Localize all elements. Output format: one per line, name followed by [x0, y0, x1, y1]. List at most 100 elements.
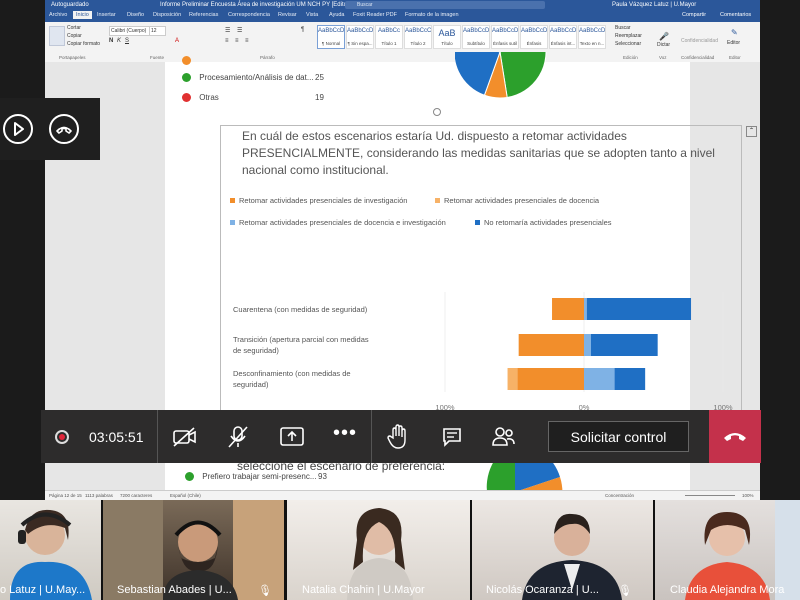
char-count[interactable]: 7200 caracteres	[120, 491, 152, 500]
participant-name: Claudia Alejandra Mora	[670, 584, 785, 596]
italic-icon[interactable]: K	[117, 38, 121, 44]
top-pie-chart	[455, 52, 547, 99]
legend-label: Procesamiento/Análisis de dat...	[199, 73, 314, 82]
style-normal[interactable]: AaBbCcD ¶ Normal	[317, 25, 345, 49]
more-options-icon[interactable]: •••	[333, 422, 357, 445]
pilcrow-icon[interactable]: ¶	[301, 27, 304, 33]
sensitivity-button[interactable]: Confidencialidad	[681, 38, 718, 44]
style-name: Título 1	[381, 41, 397, 46]
tab-disposicion[interactable]: Disposición	[153, 12, 181, 18]
numbering-icon[interactable]: ☰	[237, 27, 242, 34]
tab-archivo[interactable]: Archivo	[49, 12, 67, 18]
bar-chart[interactable]: Retomar actividades presenciales de inve…	[220, 192, 740, 417]
ribbon: Cortar Copiar Copiar formato Portapapele…	[45, 22, 760, 63]
tab-correspondencia[interactable]: Correspondencia	[228, 12, 270, 18]
language[interactable]: Español (Chile)	[170, 491, 201, 500]
category-label: seguridad)	[233, 380, 269, 389]
find-button[interactable]: Buscar	[615, 25, 631, 31]
legend-swatch	[230, 220, 235, 225]
microphone-off-icon[interactable]	[226, 424, 250, 450]
tab-foxit[interactable]: Foxit Reader PDF	[353, 12, 397, 18]
underline-icon[interactable]: S	[125, 38, 129, 44]
hangup-button[interactable]	[709, 410, 761, 463]
chat-icon[interactable]	[441, 426, 463, 448]
camera-off-icon[interactable]	[171, 425, 199, 449]
group-font: Fuente	[150, 55, 165, 60]
page-count[interactable]: Página 12 de 15	[49, 491, 82, 500]
format-painter-button[interactable]: Copiar formato	[67, 41, 100, 47]
style-name: Énfasis int...	[550, 41, 576, 46]
participant-tile[interactable]: Nicolás Ocaranza | U... 🎙	[472, 500, 653, 600]
tab-referencias[interactable]: Referencias	[189, 12, 218, 18]
request-control-button[interactable]: Solicitar control	[548, 421, 689, 452]
rotate-handle[interactable]	[433, 108, 441, 116]
dictate-button[interactable]: Dictar	[657, 42, 670, 48]
search-box[interactable]: Buscar	[345, 1, 545, 9]
mini-hangup-button[interactable]	[49, 114, 79, 144]
style-subtitulo[interactable]: AaBbCcD Subtítulo	[462, 25, 490, 49]
bullets-icon[interactable]: ☰	[225, 27, 230, 34]
category-label: Transición (apertura parcial con medidas	[233, 335, 369, 344]
style-titulo[interactable]: AaB Título	[433, 25, 461, 49]
category-label: de seguridad)	[233, 346, 279, 355]
paste-icon[interactable]	[49, 26, 65, 46]
comments-button[interactable]: Comentarios	[720, 12, 751, 18]
legend-label: Retomar actividades presenciales de doce…	[239, 218, 446, 227]
replace-button[interactable]: Reemplazar	[615, 33, 642, 39]
font-color-icon[interactable]: A	[175, 38, 179, 44]
participant-tile[interactable]: Claudia Alejandra Mora	[655, 500, 800, 600]
tab-ayuda[interactable]: Ayuda	[329, 12, 345, 18]
zoom-slider[interactable]	[685, 495, 735, 496]
participant-tile[interactable]: Sebastian Abades | U... 🎙	[103, 500, 284, 600]
raise-hand-icon[interactable]	[387, 424, 409, 450]
search-placeholder: Buscar	[357, 2, 373, 8]
user-name[interactable]: Paula Vázquez Latuz | U.Mayor	[612, 0, 696, 10]
copy-button[interactable]: Copiar	[67, 33, 82, 39]
style-sample: AaBbCcD	[579, 28, 606, 34]
category-label: Cuarentena (con medidas de seguridad)	[233, 305, 368, 314]
style-sin-espaciado[interactable]: AaBbCcD ¶ Sin espa...	[346, 25, 374, 49]
align-center-icon[interactable]: ≡	[235, 38, 239, 44]
cut-button[interactable]: Cortar	[67, 25, 81, 31]
style-enfasis[interactable]: AaBbCcD Énfasis	[520, 25, 548, 49]
participant-tile[interactable]: o Latuz | U.May...	[0, 500, 101, 600]
bar	[584, 334, 591, 356]
chart-title: En cuál de estos escenarios estaría Ud. …	[242, 129, 715, 177]
editor-icon[interactable]: ✎	[731, 28, 738, 37]
tab-formato-imagen[interactable]: Formato de la imagen	[405, 12, 459, 18]
focus-mode[interactable]: Concentración	[605, 491, 634, 500]
tab-vista[interactable]: Vista	[306, 12, 318, 18]
bar	[518, 334, 584, 356]
tab-diseno[interactable]: Diseño	[127, 12, 144, 18]
tab-inicio[interactable]: Inicio	[73, 11, 92, 19]
font-family-select[interactable]: Calibri (Cuerpo)	[109, 26, 150, 36]
style-name: Título	[441, 41, 453, 46]
zoom-level[interactable]: 100%	[742, 491, 754, 500]
autosave-label[interactable]: Autoguardado	[51, 0, 89, 10]
share-screen-icon[interactable]	[279, 425, 305, 449]
microphone-icon[interactable]: 🎤	[659, 32, 669, 41]
style-enfasis-sutil[interactable]: AaBbCcD Énfasis sutil	[491, 25, 519, 49]
font-size-select[interactable]: 12	[149, 26, 166, 36]
participants-icon[interactable]	[491, 425, 517, 449]
share-button[interactable]: Compartir	[682, 12, 706, 18]
tab-insertar[interactable]: Insertar	[97, 12, 116, 18]
word-count[interactable]: 1113 palabras	[85, 491, 113, 500]
style-titulo-1[interactable]: AaBbCc Título 1	[375, 25, 403, 49]
style-enfasis-intenso[interactable]: AaBbCcD Énfasis int...	[549, 25, 577, 49]
style-texto-negrita[interactable]: AaBbCcD Texto en n...	[578, 25, 606, 49]
align-right-icon[interactable]: ≡	[245, 38, 249, 44]
tab-revisar[interactable]: Revisar	[278, 12, 297, 18]
editor-button[interactable]: Editor	[727, 40, 740, 46]
style-name: ¶ Normal	[321, 41, 341, 46]
legend-swatch	[475, 220, 480, 225]
align-left-icon[interactable]: ≡	[225, 38, 229, 44]
bold-icon[interactable]: N	[109, 38, 113, 44]
style-titulo-2[interactable]: AaBbCcC Título 2	[404, 25, 432, 49]
select-button[interactable]: Seleccionar	[615, 41, 641, 47]
play-button[interactable]	[3, 114, 33, 144]
participant-tile[interactable]: Natalia Chahin | U.Mayor	[287, 500, 470, 600]
layout-options-icon[interactable]: ⌃	[746, 126, 757, 137]
legend-item-cut	[182, 56, 197, 66]
style-name: Énfasis sutil	[492, 41, 517, 46]
